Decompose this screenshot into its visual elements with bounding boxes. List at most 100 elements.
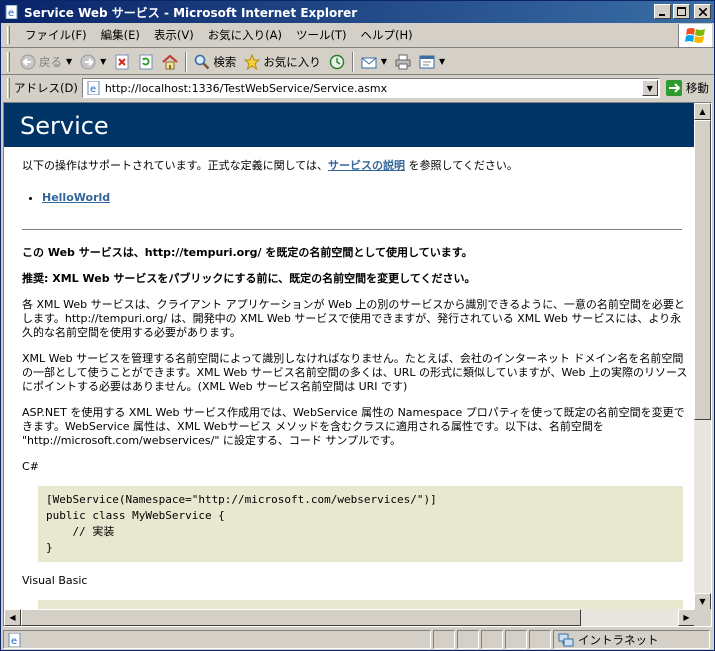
- namespace-notice: この Web サービスは、http://tempuri.org/ を既定の名前空…: [22, 246, 473, 259]
- standard-toolbar: 戻る ▼ ▼ 検索 お気に入り ▼ ▼: [1, 49, 714, 75]
- menu-edit[interactable]: 編集(E): [94, 27, 147, 43]
- close-button[interactable]: [694, 4, 711, 19]
- intro-paragraph: 以下の操作はサポートされています。正式な定義に関しては、サービスの説明 を参照し…: [22, 159, 692, 173]
- svg-text:e: e: [8, 8, 14, 19]
- toolbar-separator: [351, 51, 354, 72]
- mail-icon: [361, 54, 377, 70]
- scroll-corner: [694, 609, 711, 626]
- address-label: アドレス(D): [14, 81, 78, 95]
- address-grip[interactable]: [7, 78, 10, 98]
- menu-tools[interactable]: ツール(T): [289, 27, 354, 43]
- print-button[interactable]: [391, 54, 415, 70]
- scroll-left-button[interactable]: ◀: [4, 609, 21, 626]
- browser-window: e Service Web サービス - Microsoft Internet …: [0, 0, 715, 651]
- menu-view[interactable]: 表示(V): [147, 27, 201, 43]
- stop-icon: [114, 54, 130, 70]
- back-arrow-icon: [20, 54, 36, 70]
- close-icon: [698, 7, 707, 16]
- intro-text-after: を参照してください。: [405, 159, 518, 172]
- forward-arrow-icon: [80, 54, 96, 70]
- address-input[interactable]: [104, 81, 635, 95]
- csharp-label: C#: [22, 460, 39, 473]
- status-bar: e イントラネット: [3, 629, 712, 650]
- toolbar-grip[interactable]: [7, 51, 10, 72]
- divider: [22, 229, 682, 230]
- favorites-label: お気に入り: [263, 54, 321, 69]
- intro-text: 以下の操作はサポートされています。正式な定義に関しては、: [22, 159, 329, 172]
- mail-button[interactable]: ▼: [357, 54, 391, 70]
- edit-button[interactable]: ▼: [415, 54, 449, 70]
- horizontal-scrollbar[interactable]: ◀ ▶: [4, 609, 695, 626]
- edit-page-icon: [419, 54, 435, 70]
- status-pane: [529, 630, 551, 649]
- vertical-scrollbar[interactable]: ▲ ▼: [694, 103, 711, 610]
- scroll-down-button[interactable]: ▼: [694, 593, 711, 610]
- svg-text:e: e: [11, 636, 17, 647]
- status-pane: [481, 630, 503, 649]
- status-main-pane: e: [3, 630, 431, 649]
- recommendation: 推奨: XML Web サービスをパブリックにする前に、既定の名前空間を変更して…: [22, 272, 476, 285]
- edit-dropdown-icon[interactable]: ▼: [439, 57, 445, 66]
- minimize-icon: [658, 13, 665, 16]
- menu-favorites[interactable]: お気に入り(A): [201, 27, 289, 43]
- search-button[interactable]: 検索: [190, 54, 240, 70]
- explanation-paragraph: 各 XML Web サービスは、クライアント アプリケーションが Web 上の別…: [22, 298, 685, 339]
- menu-help[interactable]: ヘルプ(H): [354, 27, 420, 43]
- service-description: 以下の操作はサポートされています。正式な定義に関しては、サービスの説明 を参照し…: [22, 159, 692, 610]
- refresh-icon: [138, 54, 154, 70]
- ie-document-icon: e: [4, 4, 20, 20]
- svg-text:e: e: [90, 84, 96, 95]
- window-title: Service Web サービス - Microsoft Internet Ex…: [24, 5, 358, 20]
- printer-icon: [395, 54, 411, 70]
- windows-logo-icon: [678, 24, 712, 47]
- list-item: HelloWorld: [42, 191, 692, 205]
- page-viewport: Service 以下の操作はサポートされています。正式な定義に関しては、サービス…: [3, 102, 712, 627]
- page-content: Service 以下の操作はサポートされています。正式な定義に関しては、サービス…: [4, 103, 695, 610]
- scroll-up-button[interactable]: ▲: [694, 103, 711, 120]
- status-pane: [433, 630, 455, 649]
- mail-dropdown-icon[interactable]: ▼: [381, 57, 387, 66]
- toolbar-separator: [185, 51, 188, 72]
- security-zone-pane[interactable]: イントラネット: [553, 630, 710, 649]
- go-arrow-icon: [665, 80, 682, 96]
- stop-button[interactable]: [110, 54, 134, 70]
- search-label: 検索: [213, 54, 237, 69]
- page-done-icon: e: [7, 632, 23, 648]
- go-label: 移動: [685, 81, 709, 95]
- home-button[interactable]: [158, 54, 182, 70]
- address-bar: アドレス(D) e ▼ 移動: [1, 76, 714, 100]
- address-field[interactable]: e ▼: [81, 78, 660, 98]
- horizontal-scroll-thumb[interactable]: [21, 609, 581, 626]
- back-dropdown-icon[interactable]: ▼: [66, 57, 72, 66]
- address-dropdown-button[interactable]: ▼: [641, 80, 658, 96]
- explanation-paragraph: ASP.NET を使用する XML Web サービス作成用では、WebServi…: [22, 406, 685, 447]
- favorites-star-icon: [244, 53, 261, 70]
- status-pane: [457, 630, 479, 649]
- history-icon: [329, 54, 345, 70]
- ie-page-icon: e: [86, 80, 102, 96]
- menu-file[interactable]: ファイル(F): [18, 27, 94, 43]
- maximize-button[interactable]: [673, 4, 690, 19]
- go-button[interactable]: 移動: [665, 80, 709, 96]
- home-icon: [162, 54, 178, 70]
- search-magnifier-icon: [194, 54, 210, 70]
- back-label: 戻る: [39, 54, 62, 69]
- back-button[interactable]: 戻る ▼: [16, 54, 76, 70]
- history-button[interactable]: [325, 54, 349, 70]
- forward-dropdown-icon[interactable]: ▼: [100, 57, 106, 66]
- favorites-button[interactable]: お気に入り: [240, 53, 325, 70]
- minimize-button[interactable]: [654, 4, 671, 19]
- intranet-zone-icon: [558, 632, 574, 648]
- service-description-link[interactable]: サービスの説明: [328, 159, 405, 172]
- refresh-button[interactable]: [134, 54, 158, 70]
- page-title: Service: [4, 103, 695, 147]
- maximize-icon: [677, 7, 686, 16]
- operations-list: HelloWorld: [42, 191, 692, 205]
- forward-button[interactable]: ▼: [76, 54, 110, 70]
- menu-grip[interactable]: [7, 26, 10, 44]
- title-bar[interactable]: e Service Web サービス - Microsoft Internet …: [1, 1, 714, 23]
- scroll-right-button[interactable]: ▶: [678, 609, 695, 626]
- csharp-code-block: [WebService(Namespace="http://microsoft.…: [38, 486, 683, 562]
- operation-link-helloworld[interactable]: HelloWorld: [42, 191, 110, 204]
- vertical-scroll-thumb[interactable]: [694, 120, 711, 420]
